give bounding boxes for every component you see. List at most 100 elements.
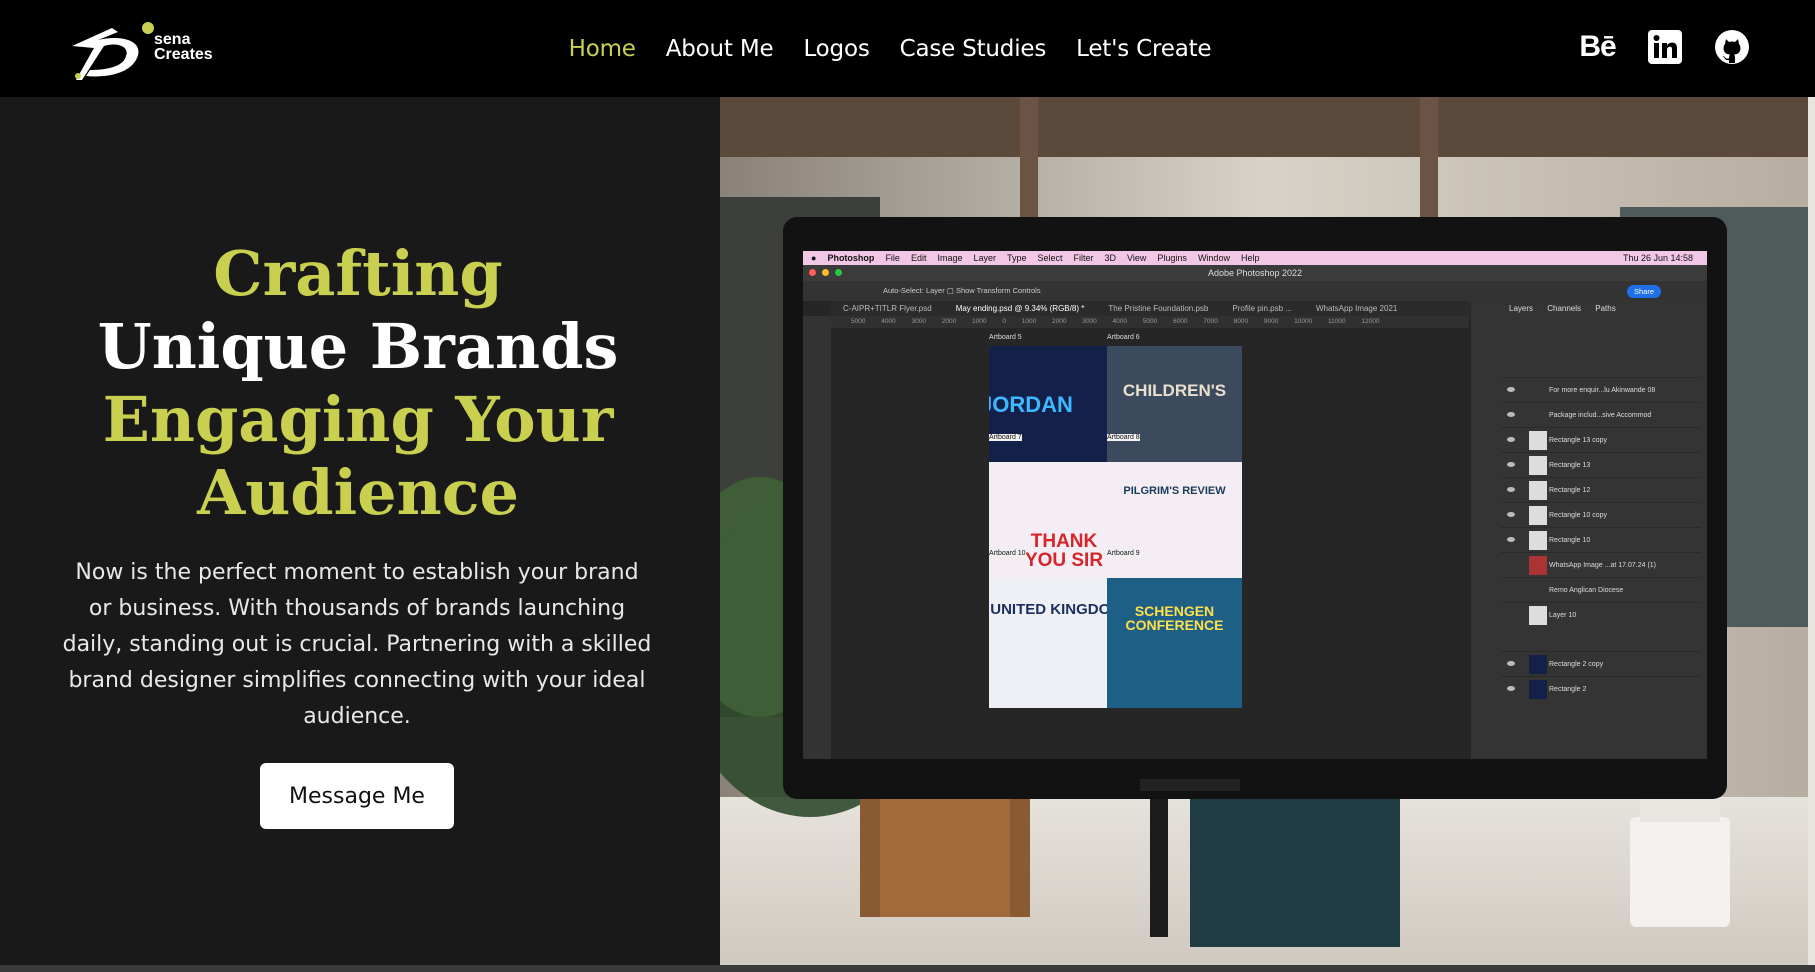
menubar-item: Filter [1073, 253, 1094, 263]
eye-icon [1507, 412, 1515, 417]
menubar-item: File [885, 253, 900, 263]
eye-icon [1507, 537, 1515, 542]
nav-lets-create[interactable]: Let's Create [1076, 36, 1211, 62]
layer-name: Rectangle 12 [1549, 487, 1591, 494]
layer-thumbnail [1529, 556, 1547, 575]
window-controls [809, 269, 842, 276]
layer-row: Rectangle 2 [1501, 676, 1701, 701]
ps-doc-tab: C-AIPR+TITLR Flyer.psd [843, 304, 932, 313]
eye-icon [1507, 487, 1515, 492]
layer-row: For more enquir...lu Akinwande 08 [1501, 377, 1701, 402]
hero-headline: Crafting Unique Brands Engaging Your Aud… [0, 237, 716, 529]
menubar-item: Layer [973, 253, 996, 263]
artboard-label: Artboard 9 [1107, 550, 1140, 557]
artboard-label: Artboard 5 [989, 334, 1022, 341]
ps-doc-tab: Profile pin.psb ... [1232, 304, 1292, 313]
menubar-clock: Thu 26 Jun 14:58 [1622, 253, 1693, 263]
poster-childrens-title: CHILDREN'S [1122, 381, 1227, 400]
eye-icon [1507, 462, 1515, 467]
linkedin-icon[interactable] [1646, 28, 1683, 65]
poster-schengen-title: SCHENGEN CONFERENCE [1125, 603, 1224, 633]
layer-name: Remo Anglican Diocese [1549, 587, 1624, 594]
layer-row: Remo Anglican Diocese [1501, 577, 1701, 602]
layer-row: Rectangle 12 [1501, 477, 1701, 502]
eye-icon [1507, 387, 1515, 392]
poster-jordan-title: JORDAN [989, 392, 1073, 417]
layer-thumbnail [1529, 655, 1547, 674]
github-icon[interactable] [1713, 28, 1750, 65]
minimize-dot-icon [822, 269, 829, 276]
mac-menubar: ● Photoshop File Edit Image Layer Type S… [803, 251, 1707, 265]
menubar-item: Image [937, 253, 963, 263]
layer-name: Rectangle 2 copy [1549, 661, 1604, 668]
nav-case-studies[interactable]: Case Studies [900, 36, 1047, 62]
layer-name: Rectangle 2 [1549, 686, 1587, 693]
ps-doc-tab: The Pristine Foundation.psb [1108, 304, 1209, 313]
main-nav: Home About Me Logos Case Studies Let's C… [0, 0, 1815, 97]
nav-home[interactable]: Home [569, 36, 636, 62]
layer-thumbnail [1529, 431, 1547, 450]
menubar-item: View [1127, 253, 1147, 263]
menubar-item: 3D [1104, 253, 1117, 263]
eye-icon [1507, 686, 1515, 691]
ps-doc-tab-active: May ending.psd @ 9.34% (RGB/8) * [955, 304, 1085, 313]
ps-layers-panel: Layers Channels Paths For more enquir...… [1471, 301, 1707, 759]
menubar-item: Help [1240, 253, 1260, 263]
ps-doc-tab: WhatsApp Image 2021 [1315, 304, 1398, 313]
ps-share-button: Share [1627, 285, 1661, 298]
poster-schengen: SCHENGEN CONFERENCE [1107, 578, 1242, 708]
layer-thumbnail [1529, 606, 1547, 625]
layer-row: Package includ...sive Accommod [1501, 402, 1701, 427]
layer-row: WhatsApp Image ...at 17.07.24 (1) [1501, 552, 1701, 577]
nav-logos[interactable]: Logos [803, 36, 869, 62]
poster-childrens: CHILDREN'S [1107, 346, 1242, 476]
poster-pilgrims-title: PILGRIM'S REVIEW [1123, 485, 1226, 497]
layer-name: Rectangle 10 copy [1549, 512, 1607, 519]
layer-name: Layer 10 [1549, 612, 1577, 619]
message-me-button[interactable]: Message Me [260, 763, 454, 829]
layer-thumbnail [1529, 680, 1547, 699]
apple-icon: ● [811, 253, 817, 263]
ps-ruler: 5000 4000 3000 2000 1000 0 1000 2000 300… [831, 316, 1469, 328]
ps-window-title: Adobe Photoshop 2022 [803, 265, 1707, 281]
photoshop-screen: ● Photoshop File Edit Image Layer Type S… [803, 251, 1707, 759]
poster-jordan: JORDAN [989, 346, 1124, 476]
artboard-label: Artboard 8 [1107, 434, 1140, 441]
layer-thumbnail [1529, 506, 1547, 525]
headline-line-crafting: Crafting [213, 237, 503, 310]
layer-name: Rectangle 10 [1549, 537, 1591, 544]
hero-section: Crafting Unique Brands Engaging Your Aud… [0, 97, 720, 965]
page-edge-strip [1808, 97, 1815, 965]
layer-row: Rectangle 10 copy [1501, 502, 1701, 527]
menubar-item: Type [1007, 253, 1027, 263]
nav-about-me[interactable]: About Me [666, 36, 774, 62]
poster-uk-title: UNITED KINGDOM [990, 601, 1123, 618]
menubar-item: Select [1037, 253, 1063, 263]
hero-photo: ● Photoshop File Edit Image Layer Type S… [720, 97, 1808, 965]
artboard-label: Artboard 6 [1107, 334, 1140, 341]
layer-name: For more enquir...lu Akinwande 08 [1549, 387, 1656, 394]
hero-description: Now is the perfect moment to establish y… [62, 560, 652, 729]
layer-row: Rectangle 13 [1501, 452, 1701, 477]
artboard-label: Artboard 10 [989, 550, 1026, 557]
behance-icon[interactable]: Bē [1579, 28, 1616, 65]
social-links: Bē [1579, 28, 1750, 65]
layer-thumbnail [1529, 481, 1547, 500]
layer-name: WhatsApp Image ...at 17.07.24 (1) [1549, 562, 1657, 569]
layer-name: Rectangle 13 [1549, 462, 1591, 469]
poster-united-kingdom: UNITED KINGDOM [989, 578, 1124, 708]
ps-canvas: Artboard 5 Artboard 6 JORDAN CHILDREN'S … [831, 328, 1469, 759]
menubar-item: Window [1197, 253, 1230, 263]
ps-toolbar [803, 316, 831, 759]
top-navbar: sena Creates Home About Me Logos Case St… [0, 0, 1815, 97]
menubar-app-name: Photoshop [827, 253, 875, 263]
layer-row: Layer 10 [1501, 602, 1701, 627]
layer-row: Rectangle 13 copy [1501, 427, 1701, 452]
headline-line-unique-brands: Unique Brands [97, 310, 619, 383]
layer-name: Rectangle 13 copy [1549, 437, 1607, 444]
headline-line-audience: Audience [197, 456, 519, 529]
poster-thank-you-sir: THANK YOU SIR [989, 462, 1124, 592]
poster-pilgrims-review: PILGRIM'S REVIEW [1107, 462, 1242, 592]
close-dot-icon [809, 269, 816, 276]
artboard-label: Artboard 7 [989, 434, 1022, 441]
